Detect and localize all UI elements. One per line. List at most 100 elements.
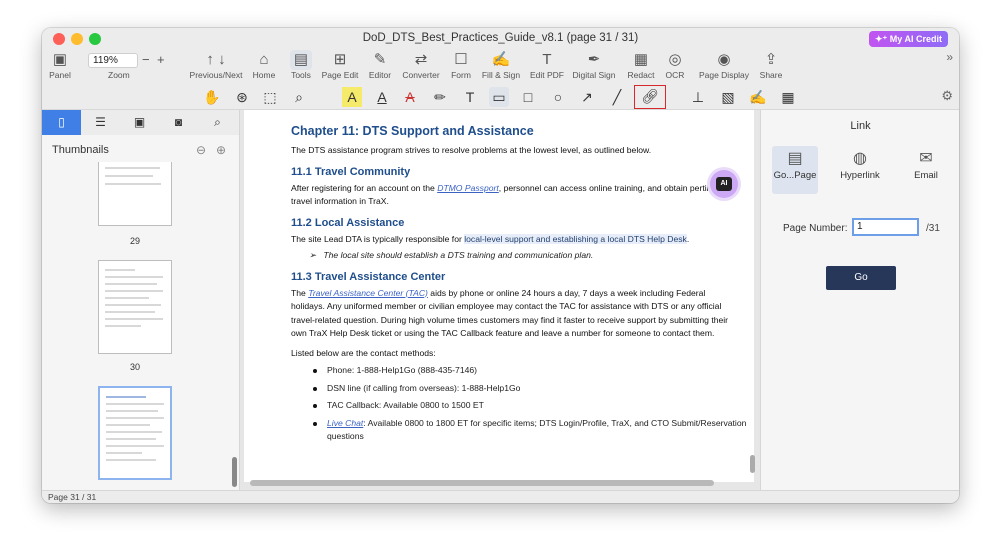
thumb-zoom-out-icon[interactable]: ⊖ (196, 143, 206, 157)
page-number-input[interactable]: 1 (852, 218, 919, 236)
page-number-label: Page Number: (783, 223, 848, 234)
line-icon[interactable]: ╱ (607, 87, 627, 107)
list-item: Phone: 1-888-Help1Go (888-435-7146) (291, 364, 754, 378)
list-item: Live Chat: Available 0800 to 1800 ET for… (291, 417, 754, 444)
comment-icon[interactable]: ▭ (489, 87, 509, 107)
form-icon: ☐ (454, 51, 468, 68)
stamp-icon[interactable]: ⊥ (688, 87, 708, 107)
strikethrough-icon[interactable]: A (400, 87, 420, 107)
form-button[interactable]: ☐ Form (447, 50, 475, 84)
document-area: Chapter 11: DTS Support and Assistance T… (240, 110, 760, 490)
editor-button[interactable]: ✎ Editor (365, 50, 395, 84)
select-text-icon[interactable]: ⊛ (232, 87, 252, 107)
chapter-heading: Chapter 11: DTS Support and Assistance (291, 124, 534, 138)
zoom-out-button[interactable]: − (142, 52, 150, 67)
thumbnails-header: Thumbnails (52, 144, 109, 156)
sidebar-scrollbar[interactable] (232, 457, 237, 487)
edit-pdf-button[interactable]: T Edit PDF (528, 50, 566, 84)
document-icon: ▤ (787, 150, 803, 167)
ai-credit-button[interactable]: ✦⁺ My AI Credit (869, 31, 948, 47)
document-horizontal-scrollbar[interactable] (250, 480, 714, 486)
panel-button[interactable]: ▣ Panel (46, 50, 74, 84)
title-bar: DoD_DTS_Best_Practices_Guide_v8.1 (page … (42, 28, 959, 50)
contact-methods-intro: Listed below are the contact methods: (291, 347, 436, 358)
gear-icon[interactable]: ⚙ (941, 88, 953, 104)
intro-paragraph: The DTS assistance program strives to re… (291, 145, 652, 155)
area-select-icon[interactable]: ⬚ (260, 87, 280, 107)
page-number-29: 29 (129, 236, 140, 246)
rectangle-icon[interactable]: □ (518, 87, 538, 107)
tab-bookmarks-icon[interactable]: ☰ (81, 110, 120, 135)
page-display-button[interactable]: ◉ Page Display (697, 50, 751, 84)
tab-email[interactable]: ✉ Email (903, 146, 949, 194)
arrow-bullet-icon: ➢ (309, 250, 324, 260)
chevron-right-icon[interactable]: » (946, 50, 953, 64)
redact-button[interactable]: ▦ Redact (625, 50, 657, 84)
document-vertical-scrollbar[interactable] (750, 455, 755, 473)
tab-hyperlink[interactable]: ◍ Hyperlink (831, 146, 889, 194)
page-edit-button[interactable]: ⊞ Page Edit (320, 50, 360, 84)
link-icon[interactable]: 🔗︎ (634, 85, 666, 109)
window-title: DoD_DTS_Best_Practices_Guide_v8.1 (page … (362, 32, 639, 44)
tab-thumbnails-icon[interactable]: ▯ (42, 110, 81, 135)
thumbnail-page-30[interactable] (98, 260, 172, 354)
travel-community-paragraph: After registering for an account on the … (291, 182, 724, 207)
thumb-zoom-in-icon[interactable]: ⊕ (216, 143, 226, 157)
tab-go-to-page[interactable]: ▤ Go...Page (772, 146, 818, 194)
thumbnail-page-29[interactable] (98, 162, 172, 226)
underline-icon[interactable]: A (372, 87, 392, 107)
zoom-input[interactable]: 119% (88, 53, 138, 68)
ai-assistant-button[interactable]: AI (710, 170, 738, 198)
convert-icon: ⇄ (414, 51, 428, 68)
page-indicator: Page 31 / 31 (48, 492, 97, 502)
redact-icon: ▦ (633, 51, 649, 68)
arrow-bullet-item: ➢ The local site should establish a DTS … (309, 250, 594, 260)
share-button[interactable]: ⇪ Share (756, 50, 786, 84)
ocr-icon: ◎ (668, 51, 682, 68)
hand-icon[interactable]: ✋ (202, 87, 222, 107)
share-icon: ⇪ (764, 51, 778, 68)
list-item: TAC Callback: Available 0800 to 1500 ET (291, 399, 754, 413)
list-item: DSN line (if calling from overseas): 1-8… (291, 382, 754, 396)
circle-icon[interactable]: ○ (548, 87, 568, 107)
envelope-icon: ✉ (919, 150, 933, 167)
panel-icon: ▣ (52, 51, 68, 68)
table-icon[interactable]: ▦ (778, 87, 798, 107)
tab-search-icon[interactable]: ⌕ (198, 110, 237, 135)
ocr-button[interactable]: ◎ OCR (662, 50, 688, 84)
arrow-icon[interactable]: ↗ (577, 87, 597, 107)
thumbnail-page-31[interactable] (98, 386, 172, 480)
ocr-area-icon[interactable]: ⌕ (289, 87, 309, 107)
home-button[interactable]: ⌂ Home (250, 50, 278, 84)
tac-link[interactable]: Travel Assistance Center (TAC) (308, 288, 428, 298)
tab-attachments-icon[interactable]: ◙ (159, 110, 198, 135)
highlight-icon[interactable]: A (342, 87, 362, 107)
converter-button[interactable]: ⇄ Converter (400, 50, 442, 84)
tools-button[interactable]: ▤ Tools (286, 50, 316, 84)
document-page: Chapter 11: DTS Support and Assistance T… (244, 110, 754, 482)
pencil-icon[interactable]: ✏ (430, 87, 450, 107)
local-assistance-paragraph: The site Lead DTA is typically responsib… (291, 233, 690, 244)
section-heading-11-2: 11.2 Local Assistance (291, 216, 405, 229)
main-toolbar: ▣ Panel 119% − + Zoom ↑ ↓ Previous/Next ⌂ H… (42, 50, 959, 84)
go-button[interactable]: Go (826, 266, 896, 290)
dtmo-passport-link[interactable]: DTMO Passport (437, 183, 499, 193)
pen-nib-icon: ✒ (587, 51, 601, 68)
highlighted-text[interactable]: local-level support and establishing a l… (464, 233, 687, 244)
eye-icon: ◉ (717, 51, 731, 68)
zoom-in-button[interactable]: + (157, 52, 165, 67)
previous-next-buttons[interactable]: ↑ ↓ Previous/Next (187, 50, 245, 84)
ai-icon: AI (716, 177, 732, 191)
contact-list: Phone: 1-888-Help1Go (888-435-7146) DSN … (291, 364, 754, 444)
link-panel: Link ▤ Go...Page ◍ Hyperlink ✉ Email Page N… (760, 110, 959, 490)
text-box-icon[interactable]: T (460, 87, 480, 107)
tab-annotations-icon[interactable]: ▣ (120, 110, 159, 135)
fill-sign-button[interactable]: ✍ Fill & Sign (479, 50, 523, 84)
live-chat-link[interactable]: Live Chat (327, 418, 363, 428)
image-icon[interactable]: ▧ (718, 87, 738, 107)
section-heading-11-1: 11.1 Travel Community (291, 165, 411, 178)
signature-icon[interactable]: ✍ (748, 87, 768, 107)
grid-icon: ⊞ (333, 51, 347, 68)
home-icon: ⌂ (259, 51, 269, 68)
digital-sign-button[interactable]: ✒ Digital Sign (570, 50, 618, 84)
